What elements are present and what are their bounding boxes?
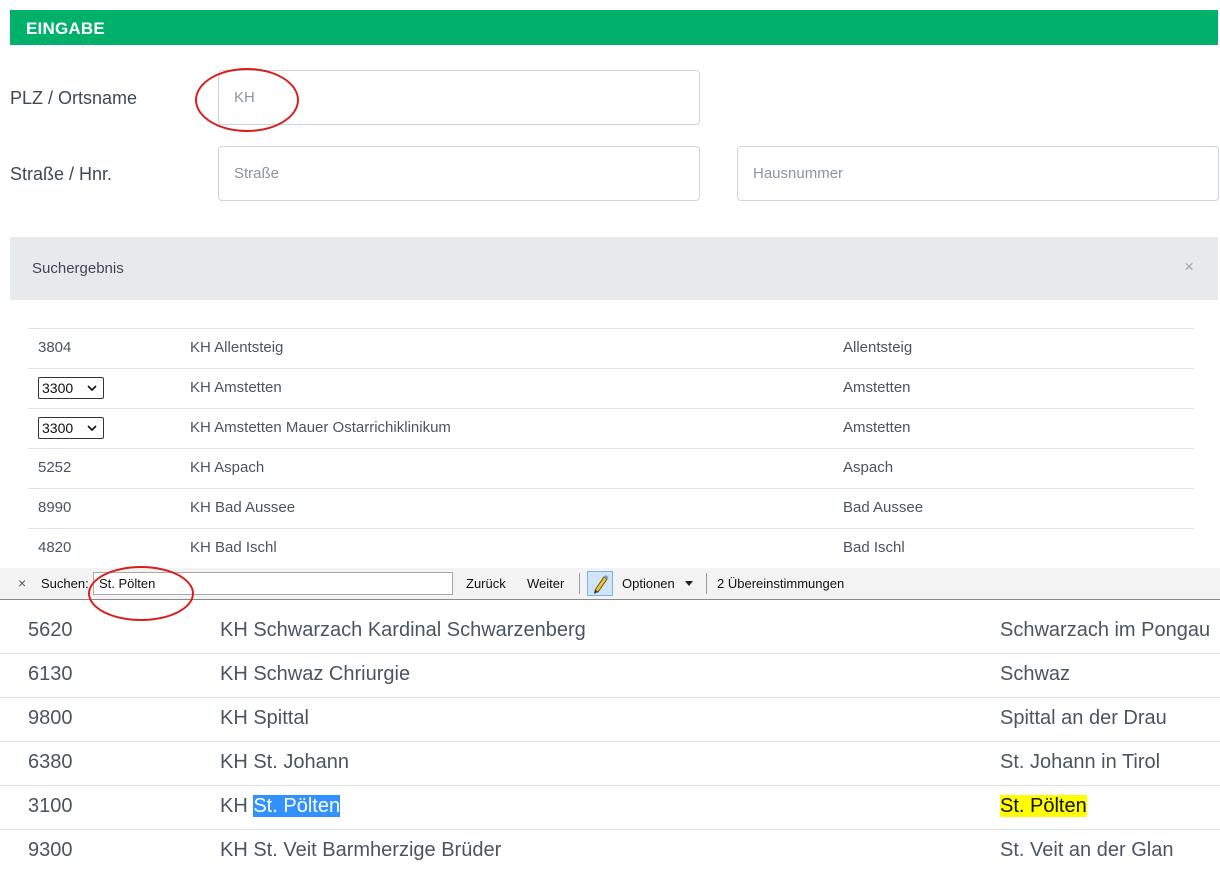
postal-code: 5252 (38, 459, 72, 476)
table-row[interactable]: 6380 KH St. Johann St. Johann in Tirol (0, 742, 1220, 786)
place-name: St. Pölten (1000, 795, 1087, 818)
divider (706, 573, 707, 594)
find-bar: × Suchen: St. Pölten Zurück Weiter Optio… (0, 568, 1220, 600)
facility-name: KH Allentsteig (190, 339, 284, 356)
postal-code: 3100 (28, 795, 73, 817)
facility-name: KH St. Veit Barmherzige Brüder (220, 839, 502, 861)
facility-name: KH Spittal (220, 707, 309, 729)
results-table-top: 3804 KH Allentsteig Allentsteig 3300 KH … (28, 328, 1194, 569)
find-label: Suchen: (41, 576, 89, 591)
housenumber-input-placeholder: Hausnummer (753, 165, 844, 182)
search-result-panel: Suchergebnis × (10, 237, 1218, 300)
selected-match-highlight: St. Pölten (253, 795, 341, 817)
plz-input[interactable]: KH (218, 70, 700, 125)
chevron-down-icon (87, 385, 97, 392)
facility-name: KH St. Johann (220, 751, 349, 773)
results-table-bottom: 5620 KH Schwarzach Kardinal Schwarzenber… (0, 610, 1220, 873)
chevron-down-icon (87, 425, 97, 432)
place-name: Spittal an der Drau (1000, 707, 1167, 729)
place-name: Amstetten (843, 379, 911, 396)
facility-name: KH Schwaz Chriurgie (220, 663, 411, 685)
postal-code: 9300 (28, 839, 73, 861)
highlight-toggle-button[interactable] (587, 571, 613, 596)
place-name: St. Veit an der Glan (1000, 839, 1174, 861)
place-name: Schwarzach im Pongau (1000, 619, 1211, 641)
facility-name: KH Bad Ischl (190, 539, 277, 556)
street-label: Straße / Hnr. (10, 164, 113, 184)
postal-code-select-value: 3300 (42, 420, 74, 436)
table-row[interactable]: 8990 KH Bad Aussee Bad Aussee (28, 488, 1194, 528)
section-header: EINGABE (10, 10, 1218, 45)
facility-name: KH Aspach (190, 459, 265, 476)
place-name: Bad Ischl (843, 539, 905, 556)
place-name: Schwaz (1000, 663, 1071, 685)
street-input-placeholder: Straße (234, 165, 280, 182)
table-row[interactable]: 9300 KH St. Veit Barmherzige Brüder St. … (0, 830, 1220, 873)
postal-code: 3804 (38, 339, 72, 356)
postal-code: 4820 (38, 539, 72, 556)
place-name: Allentsteig (843, 339, 913, 356)
divider (579, 573, 580, 594)
postal-code: 5620 (28, 619, 73, 641)
close-icon[interactable]: × (18, 575, 26, 591)
options-menu-button[interactable]: Optionen (622, 576, 675, 591)
facility-name: KH Amstetten Mauer Ostarrichiklinikum (190, 419, 451, 436)
table-row[interactable]: 4820 KH Bad Ischl Bad Ischl (28, 528, 1194, 569)
postal-code: 8990 (38, 499, 72, 516)
table-row[interactable]: 5620 KH Schwarzach Kardinal Schwarzenber… (0, 610, 1220, 654)
facility-name: KH St. Pölten (220, 795, 341, 818)
postal-code: 9800 (28, 707, 73, 729)
facility-name: KH Schwarzach Kardinal Schwarzenberg (220, 619, 586, 641)
housenumber-input[interactable]: Hausnummer (737, 146, 1219, 201)
close-icon[interactable]: × (1184, 257, 1194, 277)
table-row[interactable]: 9800 KH Spittal Spittal an der Drau (0, 698, 1220, 742)
caret-down-icon[interactable] (684, 580, 694, 588)
match-count: 2 Übereinstimmungen (717, 576, 845, 591)
postal-code: 6130 (28, 663, 73, 685)
pencil-icon (594, 575, 609, 594)
search-result-title: Suchergebnis (32, 260, 124, 277)
table-row[interactable]: 3100 KH St. Pölten St. Pölten (0, 786, 1220, 830)
place-name: Aspach (843, 459, 894, 476)
place-name: Bad Aussee (843, 499, 924, 516)
facility-name: KH Amstetten (190, 379, 282, 396)
place-name: Amstetten (843, 419, 911, 436)
plz-label: PLZ / Ortsname (10, 88, 138, 108)
postal-code: 6380 (28, 751, 73, 773)
plz-input-value: KH (234, 89, 255, 106)
table-row[interactable]: 3300 KH Amstetten Amstetten (28, 368, 1194, 408)
find-next-button[interactable]: Weiter (527, 576, 564, 591)
postal-code-select[interactable]: 3300 (38, 377, 104, 399)
facility-name-prefix: KH (220, 795, 254, 817)
postal-code-select-value: 3300 (42, 380, 74, 396)
postal-code-select[interactable]: 3300 (38, 417, 104, 439)
facility-name: KH Bad Aussee (190, 499, 296, 516)
table-row[interactable]: 6130 KH Schwaz Chriurgie Schwaz (0, 654, 1220, 698)
street-input[interactable]: Straße (218, 146, 700, 201)
place-name: St. Johann in Tirol (1000, 751, 1161, 773)
find-input[interactable]: St. Pölten (93, 572, 453, 595)
match-highlight: St. Pölten (1000, 795, 1087, 817)
table-row[interactable]: 3804 KH Allentsteig Allentsteig (28, 328, 1194, 368)
find-back-button[interactable]: Zurück (466, 576, 506, 591)
table-row[interactable]: 5252 KH Aspach Aspach (28, 448, 1194, 488)
table-row[interactable]: 3300 KH Amstetten Mauer Ostarrichiklinik… (28, 408, 1194, 448)
